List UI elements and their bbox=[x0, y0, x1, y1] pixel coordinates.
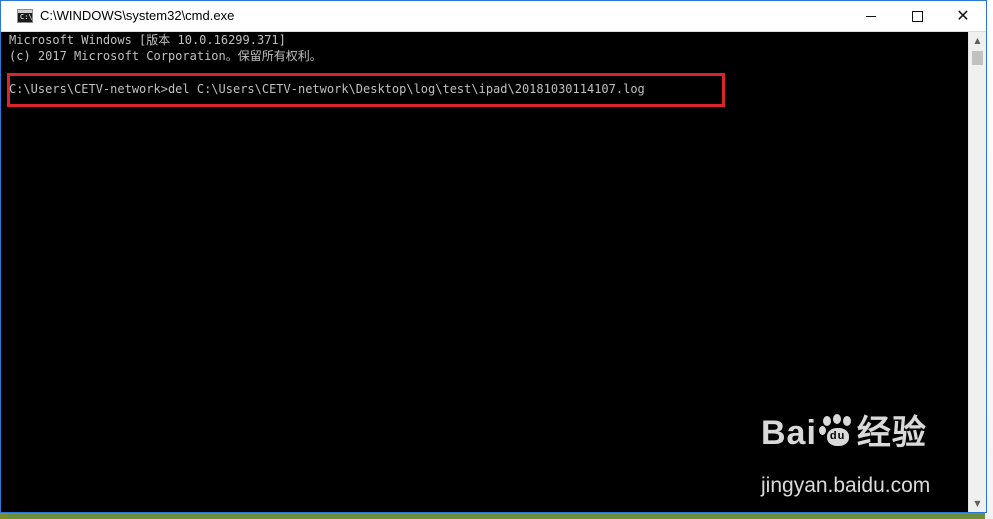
title-bar[interactable]: C:\ C:\WINDOWS\system32\cmd.exe ✕ bbox=[1, 1, 986, 32]
console-line-copyright: (c) 2017 Microsoft Corporation。保留所有权利。 bbox=[9, 49, 322, 63]
console-line-version: Microsoft Windows [版本 10.0.16299.371] bbox=[9, 33, 286, 47]
close-button[interactable]: ✕ bbox=[940, 1, 986, 31]
watermark-brand-right: 经验 bbox=[856, 414, 927, 452]
chevron-down-icon: ▼ bbox=[974, 499, 981, 508]
scroll-thumb[interactable] bbox=[972, 51, 983, 65]
scroll-up-button[interactable]: ▲ bbox=[969, 32, 986, 49]
watermark-brand: Bai du 经验 bbox=[761, 413, 930, 453]
cmd-icon[interactable]: C:\ bbox=[17, 9, 33, 23]
minimize-icon bbox=[866, 15, 876, 17]
vertical-scrollbar[interactable]: ▲ ▼ bbox=[968, 32, 986, 512]
minimize-button[interactable] bbox=[848, 1, 894, 31]
maximize-icon bbox=[911, 10, 923, 22]
cmd-window[interactable]: C:\ C:\WINDOWS\system32\cmd.exe ✕ Micros… bbox=[0, 0, 987, 513]
watermark-url: jingyan.baidu.com bbox=[761, 474, 931, 497]
maximize-button[interactable] bbox=[894, 1, 940, 31]
watermark-paw-text: du bbox=[829, 430, 846, 442]
close-icon: ✕ bbox=[956, 6, 970, 25]
baidu-watermark: Bai du 经验 jingyan.baidu.com bbox=[761, 413, 930, 499]
cmd-icon-glyph: C:\ bbox=[20, 13, 33, 21]
chevron-up-icon: ▲ bbox=[974, 36, 981, 45]
paw-icon: du bbox=[818, 414, 855, 448]
window-title: C:\WINDOWS\system32\cmd.exe bbox=[40, 8, 235, 23]
scroll-down-button[interactable]: ▼ bbox=[969, 495, 986, 512]
command-line: C:\Users\CETV-network>del C:\Users\CETV-… bbox=[9, 82, 645, 96]
watermark-brand-left: Bai bbox=[761, 414, 817, 452]
